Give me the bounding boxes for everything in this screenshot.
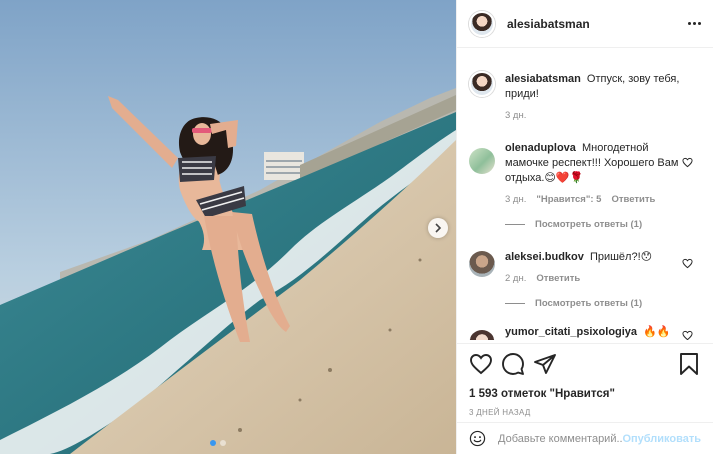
post-actions: 1 593 отметок "Нравится" 3 дней назад	[457, 343, 713, 417]
comment-icon[interactable]	[501, 352, 525, 376]
comment-text: Пришёл?!😯	[589, 251, 653, 263]
comment-username[interactable]: olenaduplova	[505, 142, 576, 154]
author-username[interactable]: alesiabatsman	[507, 17, 590, 31]
more-options-dot	[698, 22, 701, 25]
comments-list[interactable]: alesiabatsman Отпуск, зову тебя, приди! …	[457, 58, 713, 340]
comment-likes[interactable]: "Нравится": 5	[536, 192, 601, 207]
more-options-dot	[688, 22, 691, 25]
more-options-icon[interactable]	[688, 22, 701, 25]
comment-username[interactable]: yumor_citati_psixologiya	[505, 326, 637, 338]
add-comment-bar: Опубликовать	[457, 422, 713, 454]
post-header: alesiabatsman	[457, 0, 713, 48]
caption-item: alesiabatsman Отпуск, зову тебя, приди! …	[469, 64, 701, 123]
heart-icon[interactable]	[682, 330, 693, 340]
caption-time[interactable]: 3 дн.	[505, 108, 526, 123]
carousel-dot	[210, 440, 216, 446]
action-bar	[469, 352, 701, 376]
bookmark-icon[interactable]	[677, 352, 701, 376]
heart-icon[interactable]	[682, 258, 693, 269]
carousel-dot	[220, 440, 226, 446]
beach-photo	[0, 0, 456, 454]
caption-username[interactable]: alesiabatsman	[505, 73, 581, 85]
comment-item: yumor_citati_psixologiya 🔥🔥🔥	[469, 323, 701, 340]
likes-count[interactable]: 1 593 отметок "Нравится"	[469, 388, 701, 400]
reply-button[interactable]: Ответить	[536, 271, 580, 286]
comment-input[interactable]	[498, 432, 623, 445]
comment-username[interactable]: aleksei.budkov	[505, 251, 584, 263]
post-date[interactable]: 3 дней назад	[469, 408, 701, 417]
view-replies-button[interactable]: Посмотреть ответы (1)	[505, 219, 701, 230]
comment-time[interactable]: 2 дн.	[505, 271, 526, 286]
avatar[interactable]	[469, 148, 495, 174]
avatar[interactable]	[469, 330, 495, 340]
view-replies-button[interactable]: Посмотреть ответы (1)	[505, 298, 701, 309]
comment-time[interactable]: 3 дн.	[505, 192, 526, 207]
post-side-panel: alesiabatsman alesiabatsman Отпуск, зову…	[456, 0, 713, 454]
avatar[interactable]	[469, 10, 495, 37]
chevron-right-icon[interactable]	[428, 218, 448, 238]
more-options-dot	[693, 22, 696, 25]
heart-icon[interactable]	[469, 352, 493, 376]
publish-button[interactable]: Опубликовать	[622, 433, 701, 445]
post-photo[interactable]	[0, 0, 456, 454]
share-icon[interactable]	[533, 352, 557, 376]
reply-button[interactable]: Ответить	[611, 192, 655, 207]
avatar[interactable]	[469, 71, 495, 97]
heart-icon[interactable]	[682, 157, 693, 168]
comment-item: aleksei.budkov Пришёл?!😯 2 дн. Ответить	[469, 244, 701, 286]
carousel-dots	[210, 440, 226, 446]
emoji-icon[interactable]	[469, 430, 486, 447]
avatar[interactable]	[469, 251, 495, 277]
comment-item: olenaduplova Многодетной мамочке респект…	[469, 141, 701, 207]
